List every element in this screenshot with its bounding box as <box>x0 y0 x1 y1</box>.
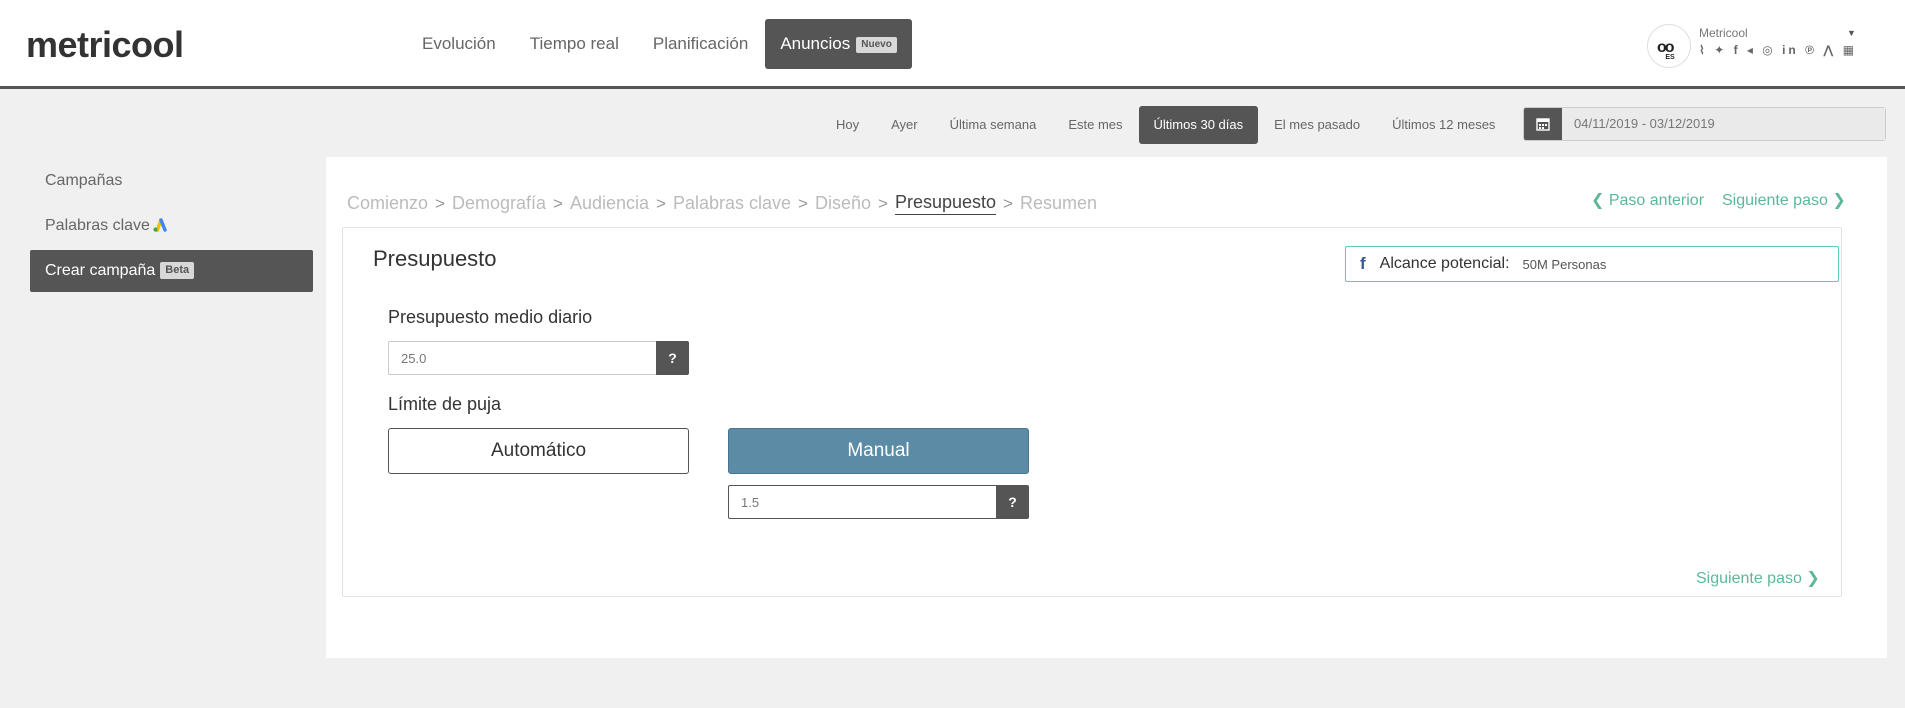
date-range-value[interactable]: 04/11/2019 - 03/12/2019 <box>1562 108 1885 140</box>
account-name: Metricool <box>1699 26 1748 40</box>
google-ads-icon <box>152 207 168 249</box>
bid-value-group: ? <box>728 485 1029 519</box>
sidebar-item-palabras-clave[interactable]: Palabras clave <box>30 205 313 247</box>
chevron-right-icon: > <box>798 193 808 213</box>
chevron-right-icon: > <box>435 193 445 213</box>
chevron-right-icon: > <box>656 193 666 213</box>
nav-anuncios[interactable]: Anuncios Nuevo <box>765 19 912 69</box>
step-presupuesto[interactable]: Presupuesto <box>894 192 997 215</box>
account-switcher[interactable]: oo ES Metricool ▼ ⌇ ✦ f ◂ ◎ in ℗ ⋀ ▦ <box>1647 24 1857 68</box>
nav-tiempo-real[interactable]: Tiempo real <box>513 19 636 69</box>
caret-down-icon[interactable]: ▼ <box>1847 28 1856 38</box>
sidebar-item-crear-campana[interactable]: Crear campaña Beta <box>30 250 313 292</box>
metricool-logo[interactable]: metricool <box>26 24 184 66</box>
nav-evolucion[interactable]: Evolución <box>405 19 513 69</box>
step-audiencia[interactable]: Audiencia <box>570 193 649 214</box>
step-palabras-clave[interactable]: Palabras clave <box>673 193 791 214</box>
help-icon[interactable]: ? <box>656 341 689 375</box>
step-demografia[interactable]: Demografía <box>452 193 546 214</box>
date-ultima-semana[interactable]: Última semana <box>934 106 1053 144</box>
potential-reach-box: f Alcance potencial: 50M Personas <box>1345 246 1839 282</box>
nav-anuncios-label: Anuncios <box>780 34 851 53</box>
bid-automatic-button[interactable]: Automático <box>388 428 689 474</box>
next-step-label: Siguiente paso <box>1722 192 1828 209</box>
date-ultimos-12-meses[interactable]: Últimos 12 meses <box>1376 106 1511 144</box>
social-networks-icons: ⌇ ✦ f ◂ ◎ in ℗ ⋀ ▦ <box>1699 43 1858 57</box>
avatar-language: ES <box>1665 54 1675 61</box>
sidebar-item-campanas[interactable]: Campañas <box>30 160 313 202</box>
campaign-wizard-panel: Comienzo > Demografía > Audiencia > Pala… <box>326 157 1887 658</box>
wizard-breadcrumb: Comienzo > Demografía > Audiencia > Pala… <box>347 192 1097 215</box>
prev-step-link[interactable]: ❮ Paso anterior <box>1591 190 1704 210</box>
date-mes-pasado[interactable]: El mes pasado <box>1258 106 1376 144</box>
date-este-mes[interactable]: Este mes <box>1052 106 1138 144</box>
beta-badge: Beta <box>160 262 195 279</box>
sidebar-item-label: Palabras clave <box>45 217 150 234</box>
top-header: metricool Evolución Tiempo real Planific… <box>0 0 1905 89</box>
reach-value: 50M Personas <box>1522 256 1607 272</box>
main-nav: Evolución Tiempo real Planificación Anun… <box>405 19 912 69</box>
date-ultimos-30-dias[interactable]: Últimos 30 días <box>1138 106 1259 144</box>
bid-value-input[interactable] <box>728 485 996 519</box>
date-hoy[interactable]: Hoy <box>820 106 875 144</box>
chevron-right-icon: > <box>1003 193 1013 213</box>
budget-title: Presupuesto <box>373 246 497 271</box>
calendar-icon[interactable] <box>1524 108 1562 140</box>
next-step-label: Siguiente paso <box>1696 570 1802 587</box>
budget-card: Presupuesto f Alcance potencial: 50M Per… <box>342 227 1842 597</box>
next-step-link[interactable]: Siguiente paso ❯ <box>1722 190 1846 210</box>
facebook-icon: f <box>1360 254 1366 273</box>
daily-budget-label: Presupuesto medio diario <box>388 307 593 327</box>
ads-sidebar: Campañas Palabras clave Crear campaña Bet… <box>30 160 313 295</box>
date-ayer[interactable]: Ayer <box>875 106 934 144</box>
chevron-right-icon: ❯ <box>1832 192 1846 209</box>
bid-manual-button[interactable]: Manual <box>728 428 1029 474</box>
avatar[interactable]: oo ES <box>1647 24 1691 68</box>
daily-budget-group: ? <box>388 341 689 375</box>
daily-budget-input[interactable] <box>388 341 656 375</box>
step-comienzo[interactable]: Comienzo <box>347 193 428 214</box>
step-diseno[interactable]: Diseño <box>815 193 871 214</box>
step-resumen[interactable]: Resumen <box>1020 193 1097 214</box>
chevron-right-icon: ❯ <box>1806 570 1820 587</box>
date-range-picker[interactable]: 04/11/2019 - 03/12/2019 <box>1523 107 1886 141</box>
sidebar-item-label: Crear campaña <box>45 262 156 279</box>
reach-label: Alcance potencial: <box>1379 255 1510 272</box>
chevron-right-icon: > <box>553 193 563 213</box>
date-filter-bar: Hoy Ayer Última semana Este mes Últimos … <box>820 106 1511 144</box>
nav-planificacion[interactable]: Planificación <box>636 19 765 69</box>
next-step-bottom-link[interactable]: Siguiente paso ❯ <box>1696 568 1820 588</box>
prev-step-label: Paso anterior <box>1608 192 1705 209</box>
chevron-left-icon: ❮ <box>1591 192 1605 209</box>
help-icon[interactable]: ? <box>996 485 1029 519</box>
chevron-right-icon: > <box>878 193 888 213</box>
bid-limit-label: Límite de puja <box>388 394 502 414</box>
new-badge: Nuevo <box>856 37 897 53</box>
